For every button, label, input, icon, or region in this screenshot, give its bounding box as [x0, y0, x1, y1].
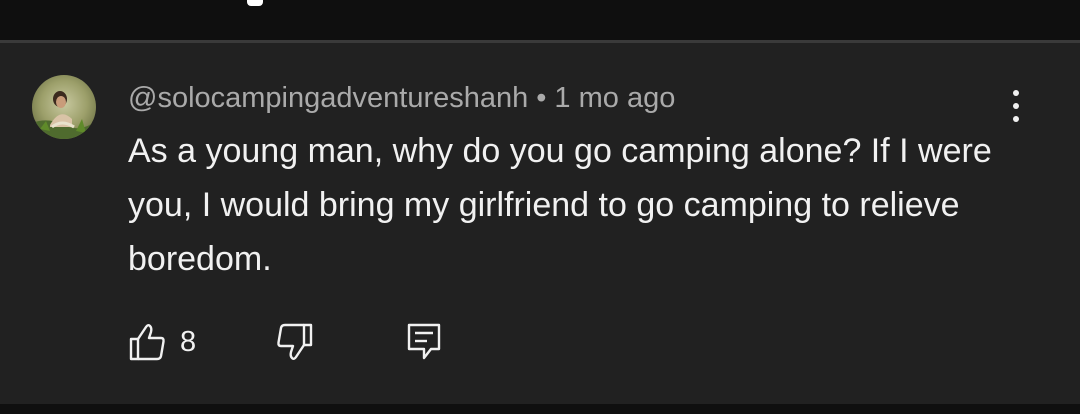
more-options-button[interactable]: [996, 84, 1036, 128]
reply-comment-icon: [407, 323, 441, 360]
comment-body: As a young man, why do you go camping al…: [128, 132, 992, 278]
top-bar: [0, 0, 1080, 40]
thumbs-up-icon: [129, 324, 165, 361]
reply-button[interactable]: [404, 320, 444, 364]
comment-header: @solocampingadventureshanh • 1 mo ago: [128, 80, 675, 116]
more-vertical-icon-dot: [1013, 103, 1019, 109]
user-avatar-icon: [32, 75, 96, 139]
like-button[interactable]: 8: [128, 320, 196, 364]
like-count: 8: [180, 325, 197, 358]
thumbs-down-icon: [277, 323, 313, 360]
comment-author[interactable]: @solocampingadventureshanh: [128, 82, 528, 115]
more-vertical-icon-dot: [1013, 116, 1019, 122]
dislike-button[interactable]: [274, 320, 314, 364]
comment-timestamp: 1 mo ago: [554, 81, 676, 114]
more-vertical-icon: [1013, 90, 1019, 96]
bottom-bar: [0, 404, 1080, 414]
cropped-title-fragment: [247, 0, 263, 6]
header-separator: •: [536, 81, 547, 114]
avatar[interactable]: [32, 75, 96, 139]
